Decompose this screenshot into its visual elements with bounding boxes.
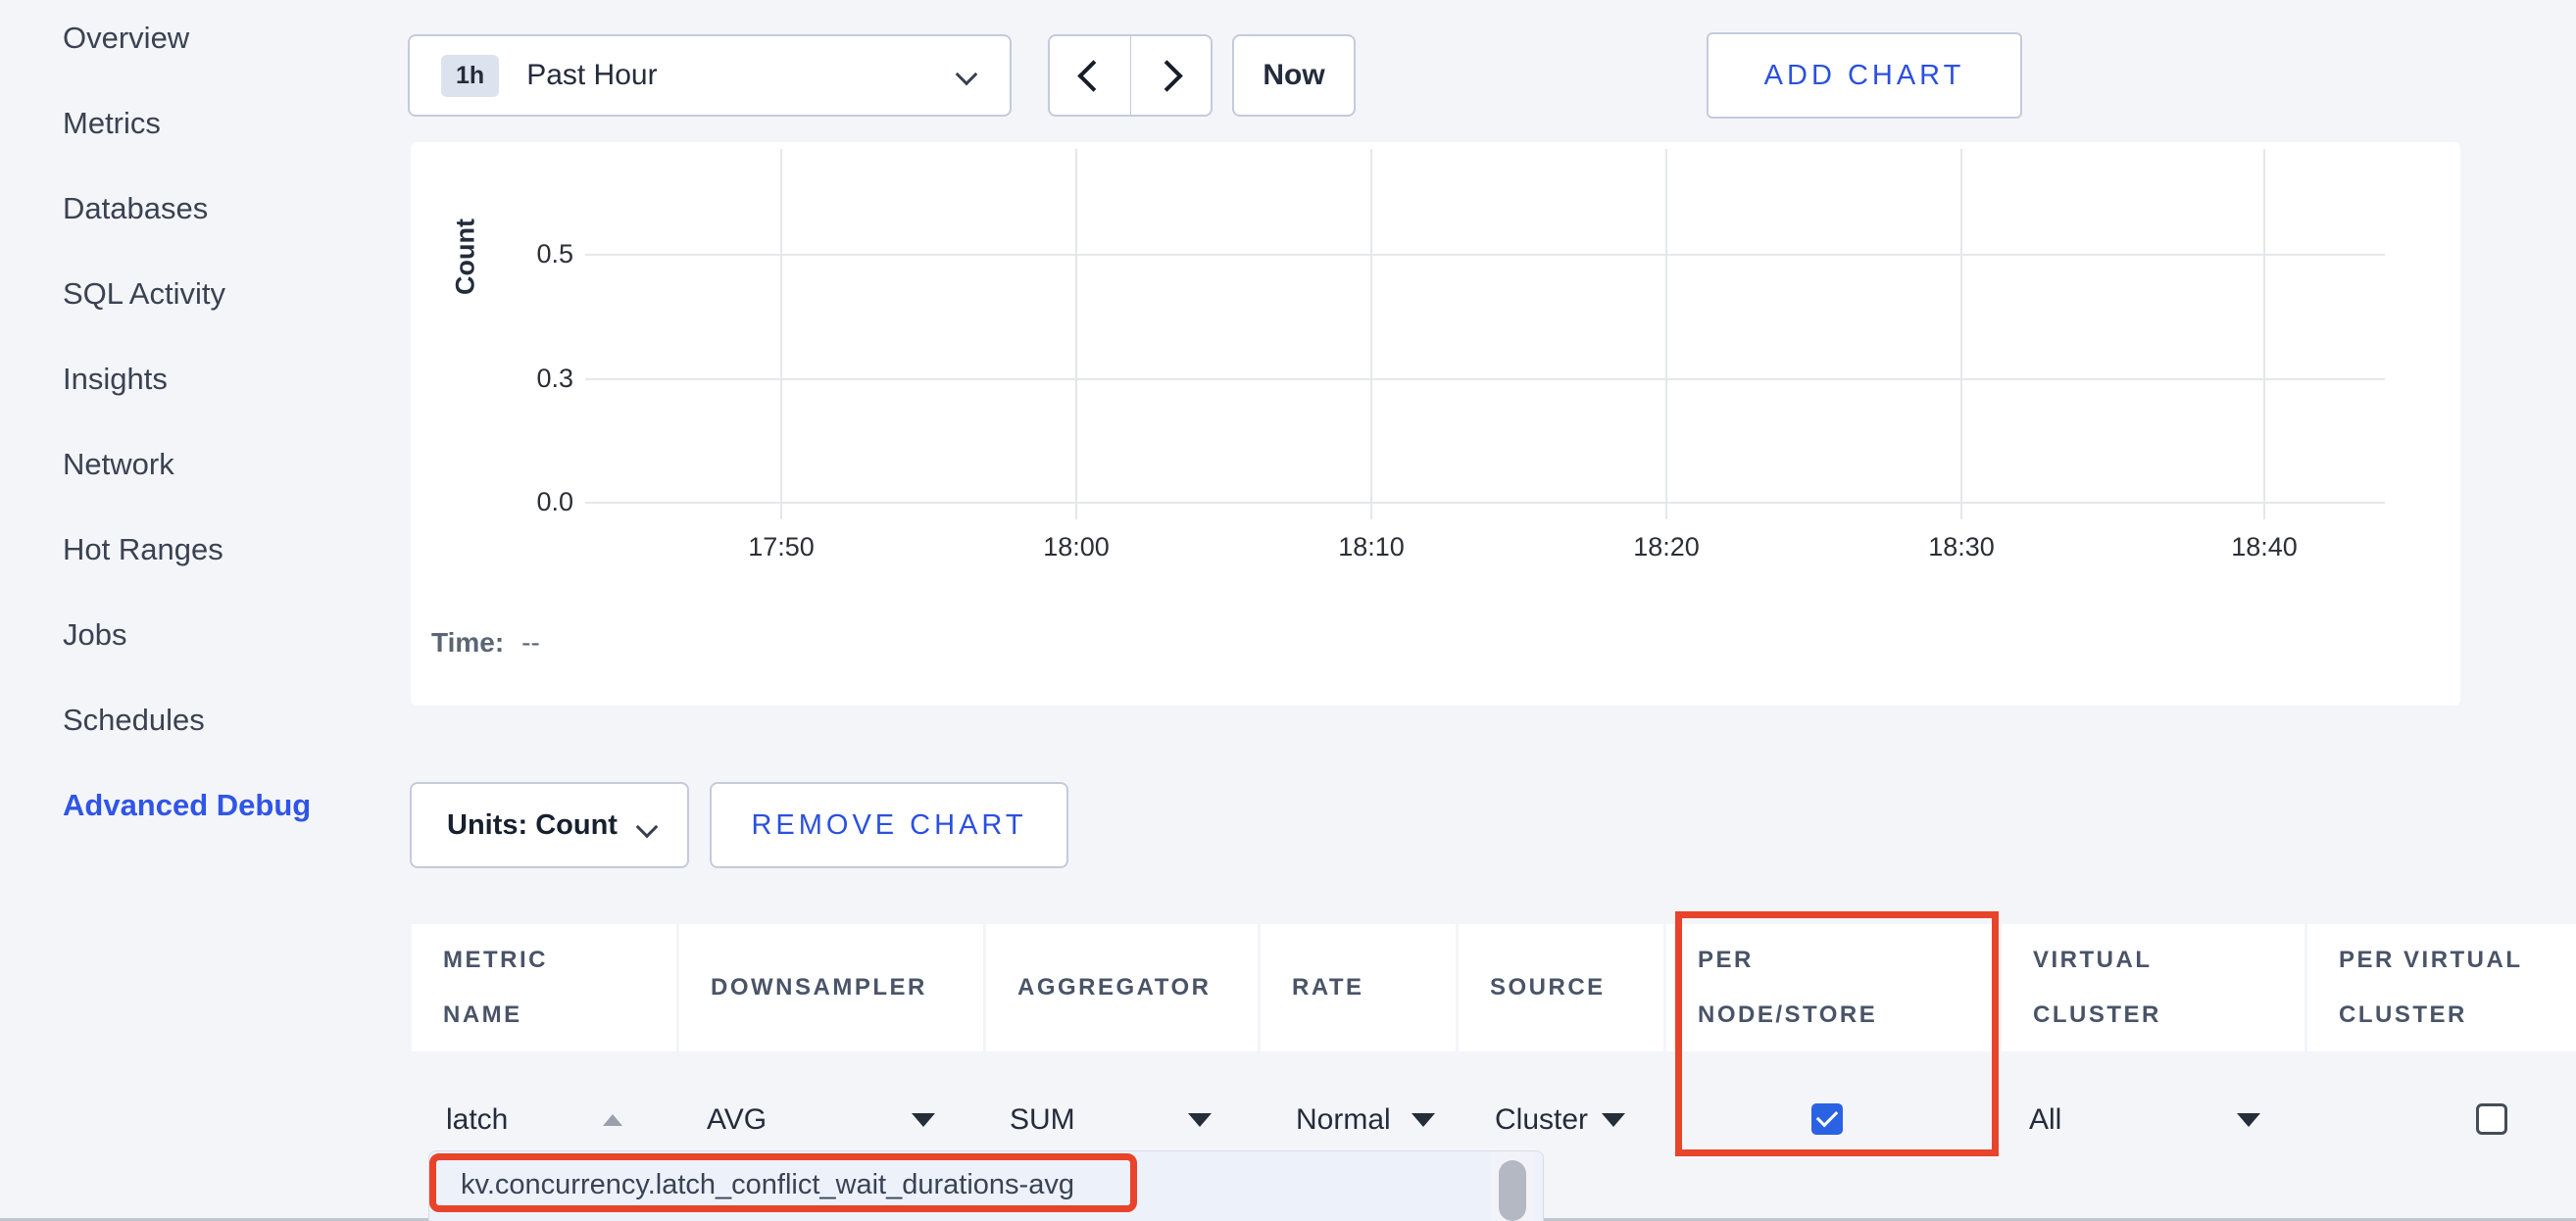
header-rate: RATE	[1261, 924, 1456, 1051]
x-tick-label: 18:20	[1633, 532, 1700, 562]
add-chart-button[interactable]: ADD CHART	[1707, 32, 2022, 119]
aggregator-dropdown[interactable]: SUM	[1010, 1098, 1212, 1143]
per-virtual-cluster-checkbox[interactable]	[2476, 1103, 2507, 1135]
next-time-button[interactable]	[1131, 36, 1212, 115]
y-tick-label: 0.5	[490, 239, 573, 269]
sidebar-item-schedules[interactable]: Schedules	[63, 701, 205, 740]
header-downsampler: DOWNSAMPLER	[679, 924, 983, 1051]
aggregator-value: SUM	[1010, 1103, 1075, 1137]
prev-time-button[interactable]	[1050, 36, 1131, 115]
gridline-h	[585, 254, 2385, 256]
time-readout-label: Time:	[431, 627, 504, 658]
virtual-cluster-value: All	[2029, 1103, 2061, 1137]
source-dropdown[interactable]: Cluster	[1495, 1098, 1625, 1143]
sidebar-item-advanced-debug[interactable]: Advanced Debug	[63, 786, 311, 825]
chevron-down-icon	[956, 64, 978, 86]
dropdown-arrow-icon	[1602, 1113, 1625, 1127]
downsampler-dropdown[interactable]: AVG	[707, 1098, 935, 1143]
x-tick-label: 18:30	[1928, 532, 1995, 562]
per-node-store-checkbox[interactable]	[1811, 1103, 1843, 1135]
chevron-left-icon	[1077, 60, 1110, 92]
units-dropdown-label: Units: Count	[447, 809, 618, 842]
chevron-right-icon	[1151, 60, 1183, 92]
time-range-badge: 1h	[441, 55, 499, 97]
dropdown-arrow-icon	[1412, 1113, 1435, 1127]
units-dropdown[interactable]: Units: Count	[410, 782, 689, 868]
metric-name-value: latch	[446, 1103, 508, 1137]
header-per-virtual-cluster: PER VIRTUAL CLUSTER	[2307, 924, 2576, 1051]
now-button[interactable]: Now	[1232, 34, 1356, 117]
remove-chart-button[interactable]: REMOVE CHART	[710, 782, 1068, 868]
sidebar-item-databases[interactable]: Databases	[63, 189, 208, 228]
sidebar: Overview Metrics Databases SQL Activity …	[0, 0, 410, 1221]
header-aggregator: AGGREGATOR	[986, 924, 1258, 1051]
metric-suggestion-item[interactable]: kv.concurrency.latch_conflict_wait_durat…	[461, 1169, 1074, 1201]
collapse-arrow-icon	[603, 1114, 622, 1126]
sidebar-item-sql-activity[interactable]: SQL Activity	[63, 274, 225, 314]
gridline-v	[1960, 149, 1962, 519]
x-tick-label: 18:40	[2231, 532, 2298, 562]
dropdown-arrow-icon	[912, 1113, 935, 1127]
sidebar-item-insights[interactable]: Insights	[63, 360, 168, 399]
time-readout-value: --	[521, 627, 540, 658]
scrollbar-thumb[interactable]	[1499, 1160, 1526, 1221]
gridline-h	[585, 502, 2385, 504]
dropdown-arrow-icon	[2237, 1113, 2260, 1127]
gridline-v	[780, 149, 782, 519]
y-tick-label: 0.3	[490, 364, 573, 394]
header-virtual-cluster: VIRTUAL CLUSTER	[2002, 924, 2304, 1051]
rate-value: Normal	[1296, 1103, 1391, 1137]
source-value: Cluster	[1495, 1103, 1588, 1137]
sidebar-item-metrics[interactable]: Metrics	[63, 104, 161, 143]
virtual-cluster-dropdown[interactable]: All	[2029, 1098, 2260, 1143]
x-tick-label: 17:50	[748, 532, 815, 562]
x-tick-label: 18:00	[1043, 532, 1110, 562]
time-range-label: Past Hour	[526, 59, 657, 92]
chart-y-axis-label: Count	[451, 219, 481, 295]
chart-card	[411, 142, 2460, 706]
time-step-buttons	[1048, 34, 1213, 117]
gridline-v	[1665, 149, 1667, 519]
sidebar-item-hot-ranges[interactable]: Hot Ranges	[63, 530, 223, 569]
time-range-selector[interactable]: 1h Past Hour	[408, 34, 1012, 117]
header-source: SOURCE	[1459, 924, 1663, 1051]
gridline-v	[2263, 149, 2265, 519]
gridline-h	[585, 378, 2385, 380]
header-metric-name: METRIC NAME	[412, 924, 676, 1051]
rate-dropdown[interactable]: Normal	[1296, 1098, 1435, 1143]
time-readout: Time: --	[431, 627, 540, 659]
sidebar-item-jobs[interactable]: Jobs	[63, 615, 126, 655]
x-tick-label: 18:10	[1338, 532, 1405, 562]
gridline-v	[1370, 149, 1372, 519]
header-per-node-store: PER NODE/STORE	[1666, 924, 1999, 1051]
dropdown-arrow-icon	[1188, 1113, 1212, 1127]
chevron-down-icon	[636, 816, 659, 839]
sidebar-item-overview[interactable]: Overview	[63, 19, 189, 58]
y-tick-label: 0.0	[490, 487, 573, 517]
downsampler-value: AVG	[707, 1103, 767, 1137]
metric-suggestion-dropdown: kv.concurrency.latch_conflict_wait_durat…	[428, 1150, 1544, 1221]
gridline-v	[1075, 149, 1077, 519]
metric-name-combobox[interactable]: latch	[446, 1098, 622, 1143]
sidebar-item-network[interactable]: Network	[63, 445, 174, 484]
